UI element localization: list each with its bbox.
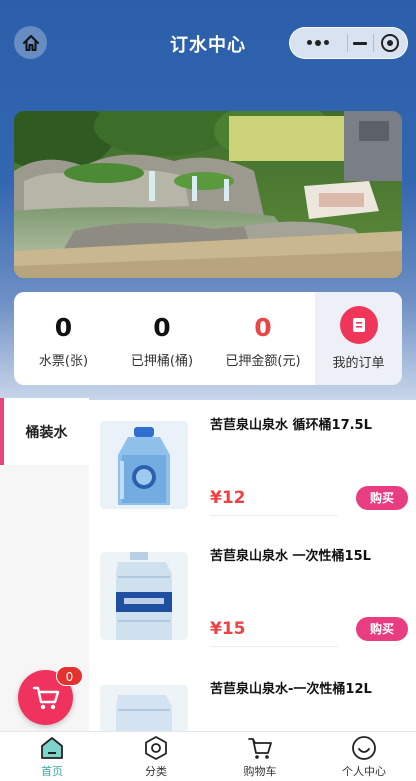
- tab-profile[interactable]: 个人中心: [312, 732, 416, 781]
- product-name: 苦苣泉山泉水 循环桶17.5L: [210, 418, 372, 433]
- banner-image[interactable]: [14, 111, 402, 278]
- order-list-icon: [339, 306, 378, 344]
- navigation-bar: 订水中心: [0, 22, 416, 62]
- buy-button[interactable]: 购买: [356, 617, 408, 641]
- product-price: ¥15: [210, 619, 246, 639]
- water-ticket-stat[interactable]: 0 水票(张): [14, 292, 113, 385]
- minimize-icon: [353, 41, 368, 45]
- profile-icon: [352, 736, 376, 760]
- product-price: ¥12: [210, 488, 246, 508]
- tab-label: 个人中心: [342, 765, 386, 778]
- stat-label: 已押金额(元): [225, 354, 301, 369]
- product-image: [100, 421, 188, 509]
- cart-icon: [32, 686, 59, 709]
- stat-label: 已押桶(桶): [130, 354, 194, 369]
- product-item[interactable]: 苦苣泉山泉水-一次性桶12L: [100, 662, 406, 731]
- stat-value: 0: [153, 313, 171, 342]
- product-list: 苦苣泉山泉水 循环桶17.5L ¥12 购买 苦苣泉山泉水 一次性桶15L ¥1…: [89, 398, 416, 731]
- stat-label: 水票(张): [38, 354, 89, 369]
- product-image: [100, 552, 188, 640]
- tab-label: 购物车: [243, 765, 277, 778]
- minimize-button[interactable]: [348, 41, 373, 45]
- product-image: [100, 685, 188, 731]
- category-icon: [145, 736, 167, 760]
- product-name: 苦苣泉山泉水-一次性桶12L: [210, 682, 372, 697]
- divider: [210, 515, 338, 516]
- tab-cart[interactable]: 购物车: [208, 732, 312, 781]
- product-item[interactable]: 苦苣泉山泉水 循环桶17.5L ¥12 购买: [100, 398, 408, 516]
- product-name: 苦苣泉山泉水 一次性桶15L: [210, 549, 371, 564]
- stat-value: 0: [254, 313, 272, 342]
- product-item[interactable]: 苦苣泉山泉水 一次性桶15L ¥15 购买: [100, 529, 408, 647]
- tab-home[interactable]: 首页: [0, 732, 104, 781]
- more-dot: [307, 40, 313, 45]
- close-button[interactable]: [374, 34, 407, 52]
- category-item-bottled-water[interactable]: 桶装水: [0, 398, 89, 465]
- tab-label: 首页: [41, 765, 63, 778]
- tab-label: 分类: [145, 765, 167, 778]
- my-orders-button[interactable]: 我的订单: [315, 292, 402, 385]
- more-dot: [315, 40, 322, 46]
- category-label: 桶装水: [25, 424, 68, 441]
- more-button[interactable]: [290, 40, 347, 46]
- cart-icon: [248, 738, 272, 759]
- mini-program-capsule: [289, 27, 408, 59]
- deposit-amount-stat[interactable]: 0 已押金额(元): [211, 292, 315, 385]
- tab-category[interactable]: 分类: [104, 732, 208, 781]
- more-dot: [324, 40, 330, 45]
- cart-count-badge: 0: [56, 666, 83, 686]
- bottom-tab-bar: 首页 分类 购物车 个人中心: [0, 731, 416, 781]
- divider: [210, 646, 338, 647]
- deposited-barrels-stat[interactable]: 0 已押桶(桶): [113, 292, 211, 385]
- stat-value: 0: [54, 313, 73, 342]
- home-icon: [41, 737, 63, 759]
- buy-button[interactable]: 购买: [356, 486, 408, 510]
- stats-card: 0 水票(张) 0 已押桶(桶) 0 已押金额(元) 我的订单: [14, 292, 402, 385]
- close-icon: [381, 34, 400, 52]
- my-orders-label: 我的订单: [332, 356, 385, 371]
- spring-landscape-image: [14, 111, 402, 278]
